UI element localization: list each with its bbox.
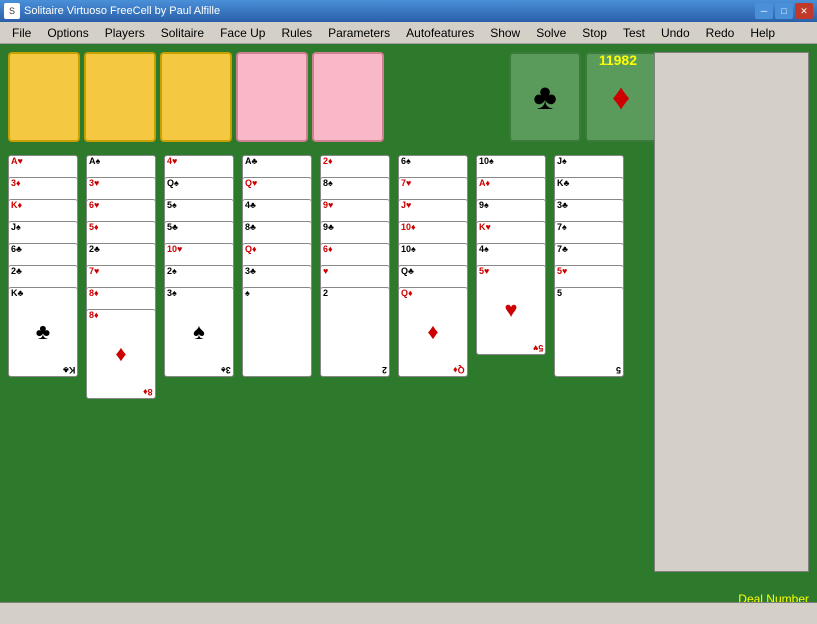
menu-item-test[interactable]: Test	[615, 24, 653, 42]
card[interactable]: 5♥5♥♥	[476, 265, 546, 355]
statusbar	[0, 602, 817, 624]
column-2[interactable]: A♠3♥6♥5♦2♣7♥8♦8♦8♦♦	[86, 155, 160, 505]
column-4[interactable]: A♣Q♥4♣8♣Q♦3♣♠	[242, 155, 316, 505]
menu-item-rules[interactable]: Rules	[273, 24, 320, 42]
column-7[interactable]: 10♠A♦9♠K♥4♠5♥5♥♥	[476, 155, 550, 505]
column-3[interactable]: 4♥Q♠5♠5♣10♥2♠3♠3♠♠	[164, 155, 238, 505]
free-cell-5[interactable]	[312, 52, 384, 142]
menu-item-parameters[interactable]: Parameters	[320, 24, 398, 42]
menu-item-help[interactable]: Help	[742, 24, 783, 42]
card[interactable]: 8♦8♦♦	[86, 309, 156, 399]
card[interactable]: 22	[320, 287, 390, 377]
column-6[interactable]: 6♠7♥J♥10♦10♠Q♣Q♦Q♦♦	[398, 155, 472, 505]
free-cell-2[interactable]	[84, 52, 156, 142]
card[interactable]: 55	[554, 287, 624, 377]
menubar: FileOptionsPlayersSolitaireFace UpRulesP…	[0, 22, 817, 44]
card[interactable]: K♣K♣♣	[8, 287, 78, 377]
menu-item-show[interactable]: Show	[482, 24, 528, 42]
free-cell-1[interactable]	[8, 52, 80, 142]
titlebar: S Solitaire Virtuoso FreeCell by Paul Al…	[0, 0, 817, 22]
foundation-clubs[interactable]: ♣	[509, 52, 581, 142]
score-value: 11982	[599, 52, 637, 68]
menu-item-undo[interactable]: Undo	[653, 24, 698, 42]
close-button[interactable]: ✕	[795, 3, 813, 19]
menu-item-solitaire[interactable]: Solitaire	[153, 24, 212, 42]
card[interactable]: 3♠3♠♠	[164, 287, 234, 377]
menu-item-autofeatures[interactable]: Autofeatures	[398, 24, 482, 42]
maximize-button[interactable]: □	[775, 3, 793, 19]
window-controls: ─ □ ✕	[755, 3, 813, 19]
menu-item-stop[interactable]: Stop	[574, 24, 615, 42]
menu-item-redo[interactable]: Redo	[698, 24, 743, 42]
menu-item-options[interactable]: Options	[39, 24, 96, 42]
minimize-button[interactable]: ─	[755, 3, 773, 19]
free-cell-3[interactable]	[160, 52, 232, 142]
card[interactable]: Q♦Q♦♦	[398, 287, 468, 377]
column-1[interactable]: A♥3♦K♦J♠6♣2♣K♣K♣♣	[8, 155, 82, 505]
menu-item-solve[interactable]: Solve	[528, 24, 574, 42]
score-area: 11982	[599, 52, 637, 68]
title-text: Solitaire Virtuoso FreeCell by Paul Alfi…	[24, 5, 755, 17]
app-icon: S	[4, 3, 20, 19]
game-area: 11982 ♣ ♦ ♥ ♠ Deal Number 11982 A♥3♦K♦J♠…	[0, 44, 817, 624]
menu-item-faceup[interactable]: Face Up	[212, 24, 273, 42]
free-cell-zone	[8, 52, 384, 142]
score-panel	[654, 52, 809, 572]
menu-item-players[interactable]: Players	[97, 24, 153, 42]
free-cell-4[interactable]	[236, 52, 308, 142]
card[interactable]: ♠	[242, 287, 312, 377]
menu-item-file[interactable]: File	[4, 24, 39, 42]
column-8[interactable]: J♠K♣3♣7♠7♣5♥55	[554, 155, 628, 505]
column-5[interactable]: 2♦8♠9♥9♣6♦♥22	[320, 155, 394, 505]
